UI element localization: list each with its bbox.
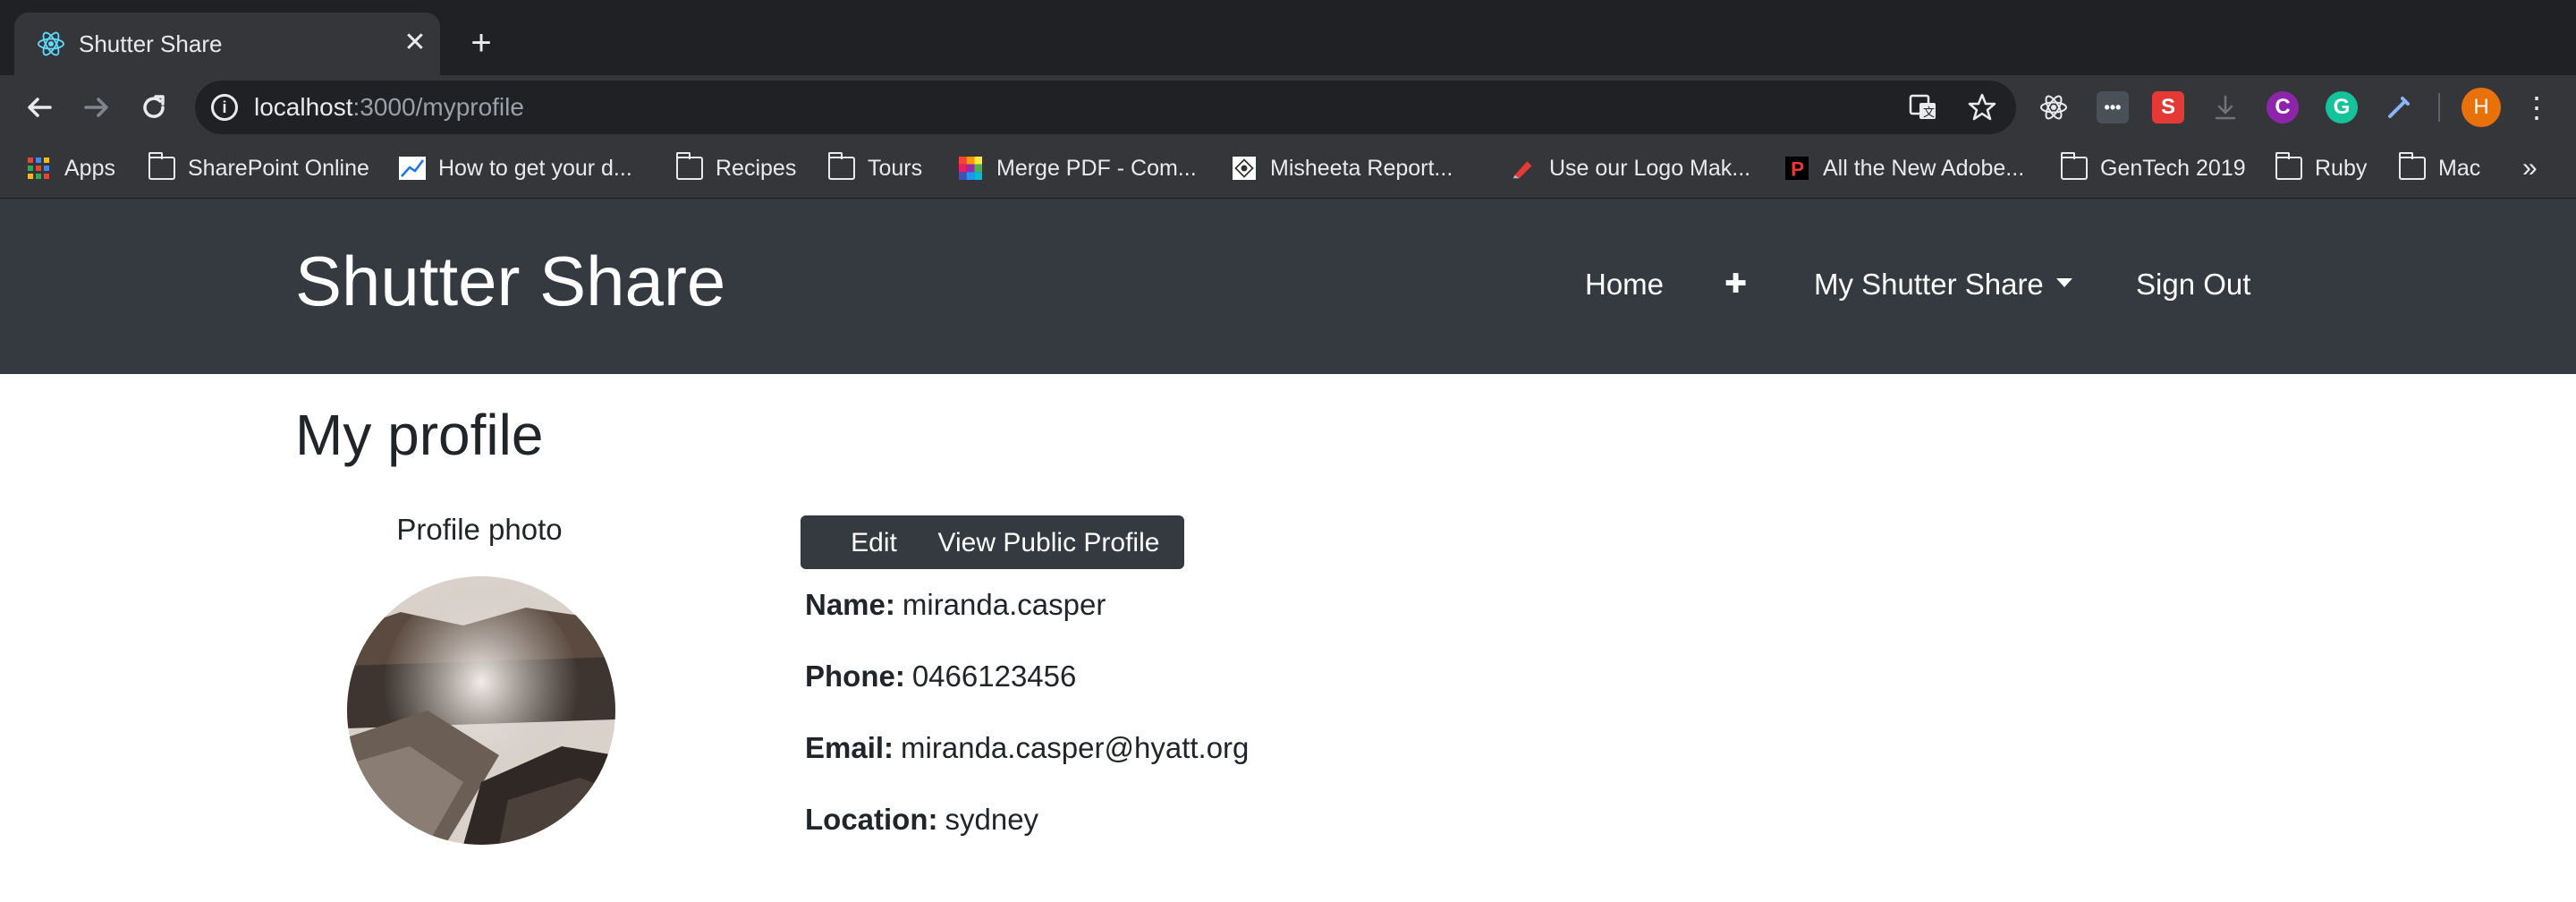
page-title: My profile (295, 403, 544, 467)
eyedropper-icon[interactable] (2383, 91, 2415, 123)
email-value: miranda.casper@hyatt.org (901, 731, 1250, 764)
react-icon (38, 31, 64, 56)
folder-icon (2399, 152, 2426, 180)
forward-arrow-icon[interactable] (79, 89, 114, 125)
new-tab-button[interactable]: + (463, 25, 499, 61)
bookmark-ruby[interactable]: Ruby (2275, 152, 2367, 184)
brand-logo[interactable]: Shutter Share (295, 236, 725, 326)
c-extension-icon[interactable]: C (2267, 91, 2299, 123)
field-phone: Phone: 0466123456 (805, 657, 1076, 696)
password-manager-icon[interactable]: ••• (2097, 91, 2129, 123)
browser-tab[interactable]: Shutter Share ✕ (14, 13, 440, 75)
bookmark-recipes[interactable]: Recipes (676, 152, 796, 184)
folder-icon (676, 152, 703, 180)
bookmark-label: Tours (868, 155, 923, 181)
tab-close-icon[interactable]: ✕ (399, 27, 431, 59)
email-label: Email: (805, 731, 894, 764)
bookmark-adobe[interactable]: P All the New Adobe... (1784, 152, 2024, 184)
s-extension-icon[interactable]: S (2152, 91, 2184, 123)
grammarly-icon[interactable]: G (2326, 91, 2358, 123)
bookmark-sharepoint[interactable]: SharePoint Online (148, 152, 369, 184)
bookmarks-bar: Apps SharePoint Online How to get your d… (0, 140, 2576, 199)
location-label: Location: (805, 803, 938, 836)
field-email: Email: miranda.casper@hyatt.org (805, 728, 1249, 768)
name-label: Name: (805, 588, 895, 621)
folder-icon (2275, 152, 2302, 180)
url-host: localhost (254, 93, 353, 121)
bookmark-label: How to get your d... (438, 155, 632, 181)
url-path: :3000/myprofile (352, 93, 524, 121)
report-favicon (1233, 157, 1256, 180)
p-favicon: P (1785, 157, 1809, 180)
bookmark-mac[interactable]: Mac (2399, 152, 2480, 184)
browser-toolbar: i localhost:3000/myprofile 文 (0, 75, 2576, 140)
name-value: miranda.casper (902, 588, 1106, 621)
browser-tab-strip: Shutter Share ✕ + (0, 0, 2576, 75)
phone-value: 0466123456 (911, 659, 1077, 693)
color-grid-favicon (959, 157, 982, 180)
back-arrow-icon[interactable] (21, 89, 57, 125)
bookmark-label: Misheeta Report... (1270, 155, 1453, 181)
chart-favicon (399, 157, 426, 180)
view-public-profile-button[interactable]: View Public Profile (913, 515, 1184, 569)
bookmark-star-icon[interactable] (1966, 91, 1998, 123)
field-name: Name: miranda.casper (805, 585, 1106, 625)
reload-icon[interactable] (136, 89, 172, 125)
bookmark-label: GenTech 2019 (2100, 155, 2246, 181)
apps-grid-icon (28, 157, 49, 179)
bookmark-how-to[interactable]: How to get your d... (399, 152, 632, 184)
bookmark-logo-maker[interactable]: Use our Logo Mak... (1510, 152, 1750, 184)
url-text[interactable]: localhost:3000/myprofile (254, 92, 524, 123)
bookmark-label: Apps (64, 155, 115, 181)
download-icon[interactable] (2209, 91, 2241, 123)
folder-icon (148, 152, 175, 180)
nav-sign-out[interactable]: Sign Out (2136, 267, 2250, 302)
bookmark-label: Use our Logo Mak... (1549, 155, 1751, 181)
svg-text:P: P (1791, 158, 1804, 180)
phone-label: Phone: (805, 659, 905, 693)
field-location: Location: sydney (805, 800, 1038, 839)
site-info-icon[interactable]: i (211, 94, 238, 121)
folder-icon (2061, 152, 2088, 180)
profile-avatar[interactable]: H (2462, 88, 2501, 127)
profile-photo-label: Profile photo (396, 513, 563, 546)
translate-icon[interactable]: 文 (1907, 91, 1939, 123)
tab-title: Shutter Share (79, 30, 223, 57)
bookmark-label: Merge PDF - Com... (996, 155, 1197, 181)
folder-icon (828, 152, 855, 180)
nav-home[interactable]: Home (1585, 267, 1664, 302)
logo-maker-favicon (1513, 161, 1532, 179)
caret-down-icon (2055, 278, 2072, 288)
profile-photo (347, 576, 615, 845)
browser-menu-icon[interactable]: ⋮ (2522, 88, 2551, 127)
toolbar-divider (2438, 93, 2440, 122)
nav-add-icon[interactable]: ✚ (1724, 267, 1747, 302)
location-value: sydney (945, 803, 1039, 836)
bookmark-misheeta[interactable]: Misheeta Report... (1231, 152, 1453, 184)
bookmark-label: Ruby (2315, 155, 2368, 181)
app-navbar: Shutter Share Home ✚ My Shutter Share Si… (0, 199, 2576, 374)
bookmark-apps[interactable]: Apps (25, 152, 115, 184)
bookmark-label: All the New Adobe... (1823, 155, 2025, 181)
bookmark-label: SharePoint Online (188, 155, 369, 181)
bookmark-label: Mac (2438, 155, 2481, 181)
nav-my-shutter-share-label: My Shutter Share (1814, 268, 2044, 301)
svg-text:文: 文 (1923, 106, 1935, 119)
bookmark-tours[interactable]: Tours (828, 152, 922, 184)
react-devtools-icon[interactable] (2038, 91, 2070, 123)
bookmark-merge-pdf[interactable]: Merge PDF - Com... (957, 152, 1197, 184)
bookmark-label: Recipes (716, 155, 797, 181)
bookmark-gentech[interactable]: GenTech 2019 (2061, 152, 2246, 184)
address-bar[interactable]: i localhost:3000/myprofile 文 (195, 81, 2016, 134)
nav-my-shutter-share-dropdown[interactable]: My Shutter Share (1814, 267, 2072, 302)
bookmarks-overflow-icon[interactable]: » (2522, 152, 2538, 184)
